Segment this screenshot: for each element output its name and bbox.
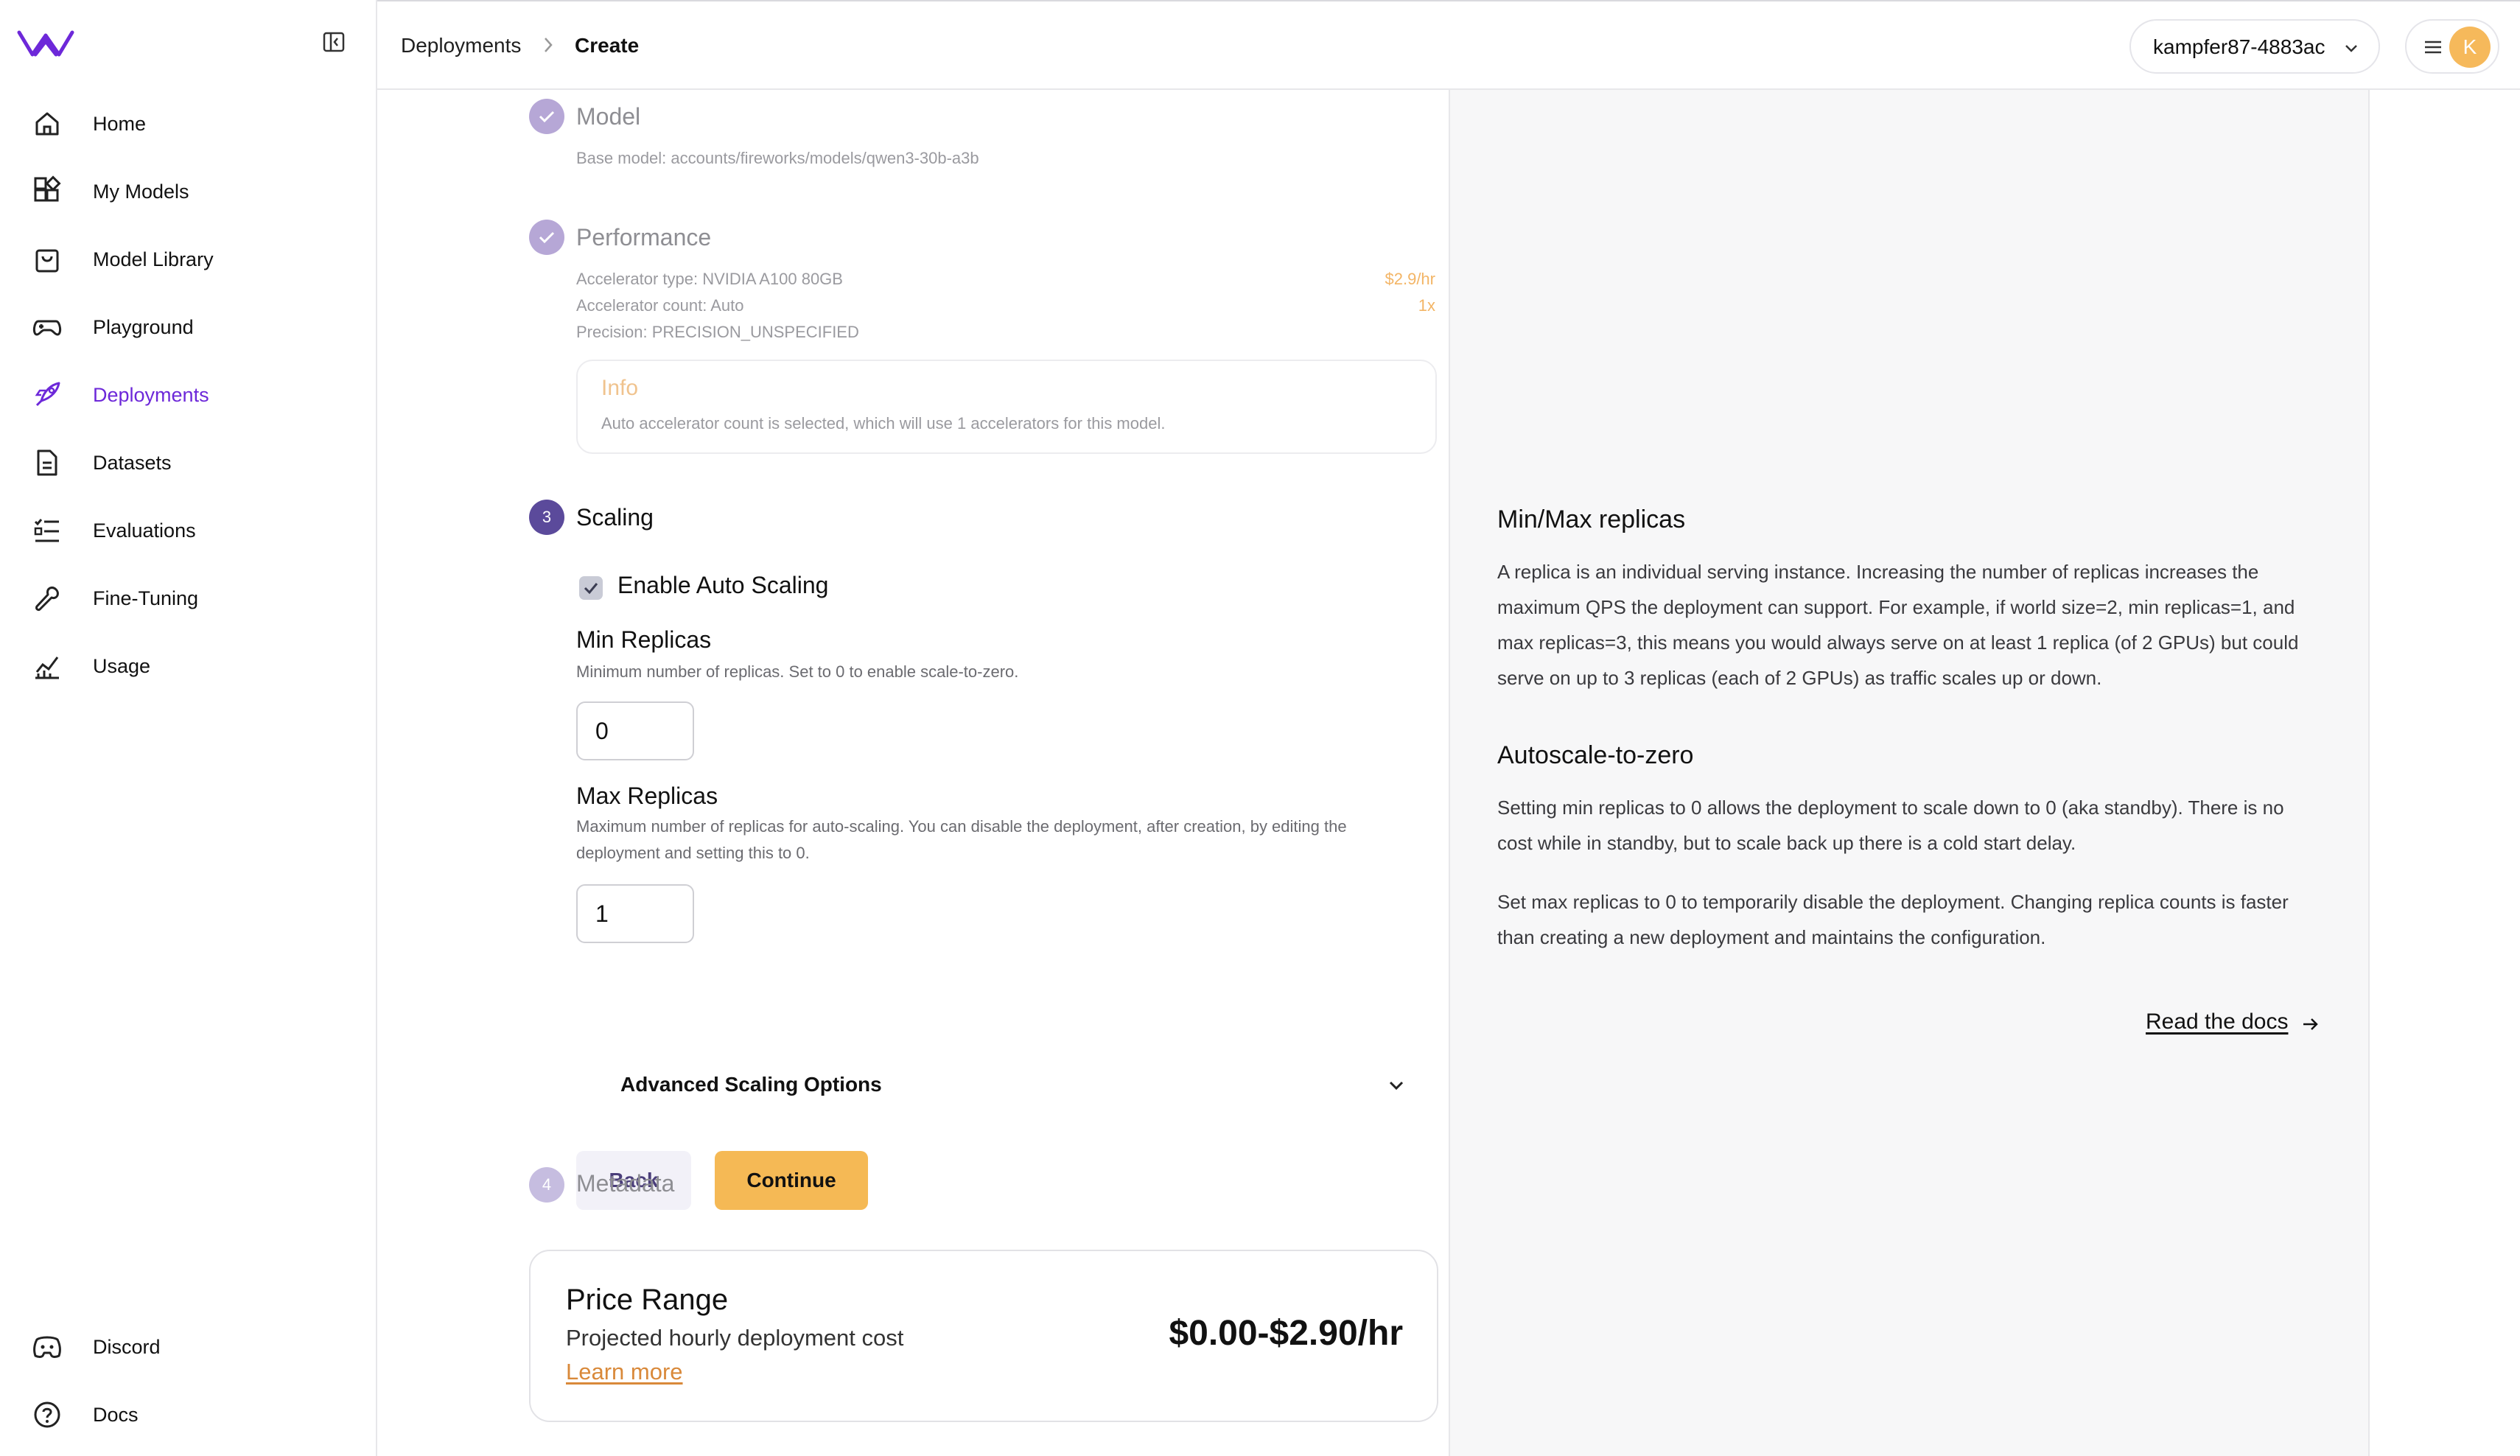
step-model-title[interactable]: Model <box>576 103 640 130</box>
sidebar-item-playground[interactable]: Playground <box>0 293 376 361</box>
bag-icon <box>35 249 59 273</box>
price-range-value: $0.00-$2.90/hr <box>1169 1314 1403 1353</box>
accelerator-price: $2.9/hr <box>1385 270 1436 288</box>
help-heading-replicas: Min/Max replicas <box>1497 505 1686 533</box>
min-replicas-desc: Minimum number of replicas. Set to 0 to … <box>576 662 1019 681</box>
check-icon <box>584 583 598 595</box>
sidebar-item-label: Discord <box>93 1335 161 1358</box>
sidebar-item-fine-tuning[interactable]: Fine-Tuning <box>0 564 376 632</box>
step-metadata-number: 4 <box>529 1167 564 1203</box>
help-circle-icon <box>34 1401 60 1428</box>
chevron-right-icon <box>545 38 553 52</box>
price-range-title: Price Range <box>566 1284 729 1316</box>
sidebar: Home My Models Model Library Playground <box>0 0 377 1456</box>
price-range-card: Price Range Projected hourly deployment … <box>529 1250 1438 1422</box>
discord-icon <box>33 1336 61 1358</box>
step-scaling-title: Scaling <box>576 504 654 531</box>
account-name: kampfer87-4883ac <box>2153 35 2325 58</box>
step-scaling-number: 3 <box>529 500 564 535</box>
max-replicas-desc: Maximum number of replicas for auto-scal… <box>576 817 1347 862</box>
sidebar-item-label: Deployments <box>93 383 209 406</box>
read-docs-link[interactable]: Read the docs <box>2146 1009 2288 1035</box>
sidebar-item-label: Fine-Tuning <box>93 587 199 609</box>
sidebar-item-datasets[interactable]: Datasets <box>0 429 376 497</box>
sidebar-item-label: Home <box>93 112 147 135</box>
min-replicas-title: Min Replicas <box>576 626 712 653</box>
info-title: Info <box>601 376 639 400</box>
rocket-icon <box>35 382 60 407</box>
price-range-subtitle: Projected hourly deployment cost <box>566 1325 904 1351</box>
continue-button[interactable]: Continue <box>715 1151 868 1210</box>
account-selector[interactable]: kampfer87-4883ac <box>2129 19 2380 74</box>
top-bar: Deployments Create kampfer87-4883ac K <box>377 0 2520 90</box>
max-replicas-title: Max Replicas <box>576 783 718 809</box>
step-model-check-icon <box>529 99 564 134</box>
learn-more-link[interactable]: Learn more <box>566 1359 683 1385</box>
menu-icon <box>2425 41 2441 54</box>
step-metadata-title: Metadata <box>576 1170 675 1197</box>
sidebar-item-my-models[interactable]: My Models <box>0 158 376 225</box>
sidebar-item-discord[interactable]: Discord <box>0 1313 376 1381</box>
base-model-text: Base model: accounts/fireworks/models/qw… <box>576 149 979 167</box>
breadcrumb-deployments[interactable]: Deployments <box>401 34 521 57</box>
sidebar-item-label: Model Library <box>93 248 214 270</box>
accelerator-count-text: Accelerator count: Auto <box>576 296 744 315</box>
auto-scaling-label[interactable]: Enable Auto Scaling <box>617 572 828 599</box>
sidebar-item-label: Evaluations <box>93 519 196 542</box>
help-text-autoscale: Setting min replicas to 0 allows the dep… <box>1497 797 2284 854</box>
sidebar-item-docs[interactable]: Docs <box>0 1381 376 1449</box>
sidebar-item-home[interactable]: Home <box>0 90 376 158</box>
accelerator-count-value: 1x <box>1418 296 1435 315</box>
document-icon <box>37 449 57 476</box>
avatar: K <box>2449 27 2491 68</box>
help-panel: Min/Max replicas A replica is an individ… <box>1449 90 2370 1456</box>
advanced-scaling-toggle[interactable]: Advanced Scaling Options <box>612 1067 1437 1104</box>
sidebar-item-label: Datasets <box>93 451 172 474</box>
chart-icon <box>35 657 59 679</box>
min-replicas-input[interactable]: 0 <box>576 701 694 760</box>
advanced-scaling-label: Advanced Scaling Options <box>620 1073 882 1096</box>
fireworks-logo[interactable] <box>15 25 77 59</box>
collapse-sidebar-icon[interactable] <box>321 29 346 55</box>
sidebar-item-usage[interactable]: Usage <box>0 632 376 700</box>
models-icon <box>34 175 61 202</box>
gamepad-icon <box>32 320 62 336</box>
info-box: Info Auto accelerator count is selected,… <box>576 360 1437 454</box>
arrow-right-icon[interactable] <box>2300 1014 2321 1035</box>
chevron-down-icon <box>1389 1081 1404 1091</box>
auto-scaling-checkbox[interactable] <box>579 576 603 600</box>
wrench-icon <box>35 587 59 612</box>
max-replicas-input[interactable]: 1 <box>576 884 694 943</box>
sidebar-item-label: Playground <box>93 315 194 338</box>
help-heading-autoscale: Autoscale-to-zero <box>1497 741 1694 769</box>
user-menu-button[interactable]: K <box>2405 19 2499 74</box>
chevron-down-icon <box>2345 45 2357 52</box>
checklist-icon <box>34 519 59 542</box>
sidebar-item-deployments[interactable]: Deployments <box>0 361 376 429</box>
help-text-replicas: A replica is an individual serving insta… <box>1497 561 2299 689</box>
accelerator-type-text: Accelerator type: NVIDIA A100 80GB <box>576 270 843 288</box>
precision-text: Precision: PRECISION_UNSPECIFIED <box>576 323 859 341</box>
breadcrumb-create: Create <box>575 34 640 57</box>
sidebar-item-model-library[interactable]: Model Library <box>0 225 376 293</box>
step-performance-check-icon <box>529 220 564 255</box>
sidebar-item-evaluations[interactable]: Evaluations <box>0 497 376 564</box>
sidebar-item-label: Usage <box>93 654 151 677</box>
sidebar-item-label: My Models <box>93 180 189 203</box>
help-text-disable: Set max replicas to 0 to temporarily dis… <box>1497 891 2289 948</box>
deployment-create-form: Model Base model: accounts/fireworks/mod… <box>377 90 1449 1456</box>
step-performance-title[interactable]: Performance <box>576 224 711 251</box>
home-icon <box>35 112 59 136</box>
info-text: Auto accelerator count is selected, whic… <box>601 414 1166 433</box>
sidebar-item-label: Docs <box>93 1403 139 1426</box>
